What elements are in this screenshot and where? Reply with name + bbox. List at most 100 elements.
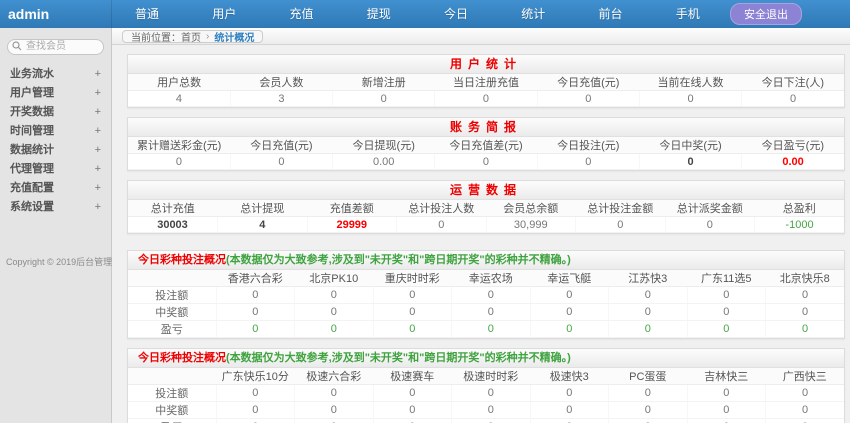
column-header: 吉林快三 <box>687 368 766 385</box>
table-row-profit: 盈亏 0 0 0 0 0 0 0 0 <box>128 419 844 423</box>
stat-value: 0 <box>295 321 374 338</box>
stat-value: 0 <box>435 154 537 170</box>
nav-item-front-cache[interactable]: 前台缓存 <box>576 0 653 28</box>
column-header: 重庆时时彩 <box>373 270 452 287</box>
sidebar-item-draw-data[interactable]: 开奖数据 + <box>0 103 111 122</box>
column-header: 今日提现(元) <box>333 137 435 154</box>
top-navbar: admin 普通投注 用户列表 充值记录 提现请求 今日统计 统计报表 前台缓存… <box>0 0 850 28</box>
column-header: 今日投注(元) <box>537 137 639 154</box>
sidebar-item-agent-management[interactable]: 代理管理 + <box>0 160 111 179</box>
column-header: 广西快三 <box>766 368 845 385</box>
stat-value: 0 <box>609 304 688 321</box>
stat-value: 0 <box>687 321 766 338</box>
stat-value-today-profit: 0.00 <box>742 154 844 170</box>
sidebar-item-label: 业务流水 <box>10 65 54 84</box>
stat-value: 0 <box>687 385 766 402</box>
column-header: 新增注册 <box>333 74 435 91</box>
panel-operation-data-title: 运营数据 <box>128 181 844 200</box>
stat-value: 3 <box>230 91 332 107</box>
column-header: 广东快乐10分 <box>216 368 295 385</box>
panel-lottery-2-title: 今日彩种投注概况(本数据仅为大致参考,涉及到"未开奖"和"跨日期开奖"的彩种并不… <box>128 349 844 368</box>
expand-plus-icon: + <box>95 84 101 103</box>
column-header: 总盈利 <box>755 200 845 217</box>
sidebar-item-label: 用户管理 <box>10 84 54 103</box>
stat-value-total-recharge: 30003 <box>128 217 218 233</box>
column-header: 当前在线人数 <box>639 74 741 91</box>
nav-item-recharge-records[interactable]: 充值记录 <box>267 0 344 28</box>
stat-value: 0 <box>230 154 332 170</box>
expand-plus-icon: + <box>95 65 101 84</box>
main-nav: 普通投注 用户列表 充值记录 提现请求 今日统计 统计报表 前台缓存 手机缓存 <box>112 0 730 28</box>
operation-data-table: 总计充值 总计提现 充值差额 总计投注人数 会员总余额 总计投注金额 总计派奖金… <box>128 200 844 233</box>
sidebar-item-label: 充值配置 <box>10 179 54 198</box>
nav-item-withdraw-requests[interactable]: 提现请求 <box>344 0 421 28</box>
column-header: 会员人数 <box>230 74 332 91</box>
stat-value: 0 <box>216 304 295 321</box>
stat-value: 0 <box>766 321 845 338</box>
stat-value: 0 <box>128 154 230 170</box>
breadcrumb-chip: 当前位置：首页 › 统计概况 <box>122 30 263 43</box>
nav-item-user-list[interactable]: 用户列表 <box>189 0 266 28</box>
expand-plus-icon: + <box>95 179 101 198</box>
column-header-empty <box>128 368 216 385</box>
stat-value: 0 <box>452 385 531 402</box>
column-header: 幸运农场 <box>452 270 531 287</box>
stat-value: 4 <box>128 91 230 107</box>
column-header: 极速快3 <box>530 368 609 385</box>
column-header: 今日充值(元) <box>537 74 639 91</box>
sidebar-item-business-flow[interactable]: 业务流水 + <box>0 65 111 84</box>
expand-plus-icon: + <box>95 141 101 160</box>
nav-item-normal-bet[interactable]: 普通投注 <box>112 0 189 28</box>
sidebar-item-label: 数据统计 <box>10 141 54 160</box>
logout-button[interactable]: 安全退出 <box>730 3 802 25</box>
stat-value: 0 <box>452 402 531 419</box>
search-icon <box>12 41 22 51</box>
stat-value: 0 <box>373 385 452 402</box>
stat-value: 0 <box>609 321 688 338</box>
stat-value-total-withdraw: 4 <box>218 217 308 233</box>
stat-value: 0 <box>687 419 766 423</box>
table-header-row: 总计充值 总计提现 充值差额 总计投注人数 会员总余额 总计投注金额 总计派奖金… <box>128 200 844 217</box>
column-header: 今日下注(人) <box>742 74 844 91</box>
column-header: 江苏快3 <box>609 270 688 287</box>
row-label: 中奖额 <box>128 402 216 419</box>
stat-value: 0 <box>216 321 295 338</box>
column-header-empty <box>128 270 216 287</box>
column-header: 广东11选5 <box>687 270 766 287</box>
stat-value: 0.00 <box>333 154 435 170</box>
stat-value: 0 <box>333 91 435 107</box>
stat-value: 0 <box>435 91 537 107</box>
stat-value: 0 <box>295 304 374 321</box>
stat-value: 0 <box>537 154 639 170</box>
account-brief-table: 累计赠送彩金(元) 今日充值(元) 今日提现(元) 今日充值差(元) 今日投注(… <box>128 137 844 170</box>
stat-value: 0 <box>373 287 452 304</box>
stat-value-recharge-diff: 29999 <box>307 217 397 233</box>
breadcrumb-current[interactable]: 统计概况 <box>214 29 254 44</box>
stat-value: 0 <box>452 321 531 338</box>
column-header: 总计充值 <box>128 200 218 217</box>
copyright-text: Copyright © 2019后台管理系统 <box>0 255 111 268</box>
sidebar-item-time-management[interactable]: 时间管理 + <box>0 122 111 141</box>
breadcrumb-home-link[interactable]: 首页 <box>181 29 201 44</box>
nav-item-mobile-cache[interactable]: 手机缓存 <box>653 0 730 28</box>
column-header: 累计赠送彩金(元) <box>128 137 230 154</box>
sidebar-item-user-management[interactable]: 用户管理 + <box>0 84 111 103</box>
column-header: 当日注册充值 <box>435 74 537 91</box>
expand-plus-icon: + <box>95 160 101 179</box>
sidebar-item-recharge-config[interactable]: 充值配置 + <box>0 179 111 198</box>
nav-item-today-stats[interactable]: 今日统计 <box>421 0 498 28</box>
sidebar-item-data-stats[interactable]: 数据统计 + <box>0 141 111 160</box>
table-header-row: 累计赠送彩金(元) 今日充值(元) 今日提现(元) 今日充值差(元) 今日投注(… <box>128 137 844 154</box>
stat-value: 0 <box>530 287 609 304</box>
nav-item-stat-reports[interactable]: 统计报表 <box>498 0 575 28</box>
chevron-right-icon: › <box>206 31 209 42</box>
stat-value: 0 <box>609 419 688 423</box>
column-header: 北京快乐8 <box>766 270 845 287</box>
column-header: 极速六合彩 <box>295 368 374 385</box>
panel-title-note: (本数据仅为大致参考,涉及到"未开奖"和"跨日期开奖"的彩种并不精确。) <box>226 254 571 266</box>
sidebar-item-system-settings[interactable]: 系统设置 + <box>0 198 111 217</box>
sidebar-menu: 业务流水 + 用户管理 + 开奖数据 + 时间管理 + 数据统计 + 代理管理 … <box>0 65 111 217</box>
table-row-bet-amount: 投注额 0 0 0 0 0 0 0 0 <box>128 287 844 304</box>
stat-value: 30,999 <box>486 217 576 233</box>
stat-value: 0 <box>576 217 666 233</box>
